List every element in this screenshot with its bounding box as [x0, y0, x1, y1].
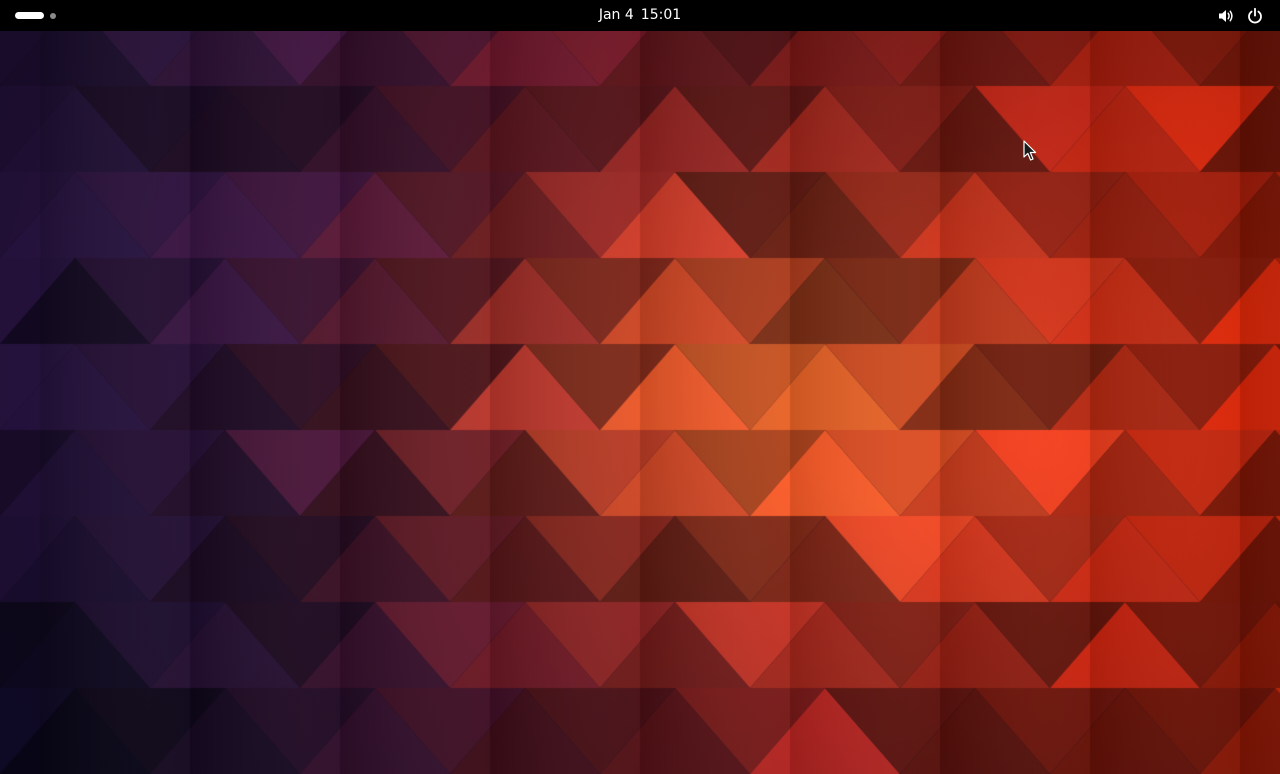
system-status-menu[interactable]	[1208, 4, 1274, 27]
clock-button[interactable]: Jan 4 15:01	[588, 4, 692, 27]
clock-time: 15:01	[640, 7, 682, 23]
top-bar: Jan 4 15:01	[0, 0, 1280, 31]
clock-date: Jan 4	[598, 7, 634, 23]
inactive-workspace-indicator	[50, 13, 56, 19]
active-workspace-indicator	[15, 12, 44, 19]
desktop-wallpaper	[0, 0, 1280, 774]
volume-icon	[1217, 7, 1235, 25]
activities-button[interactable]	[8, 5, 62, 26]
desktop[interactable]: Jan 4 15:01	[0, 0, 1280, 774]
power-icon	[1246, 7, 1264, 25]
mouse-pointer-icon	[1023, 140, 1037, 161]
